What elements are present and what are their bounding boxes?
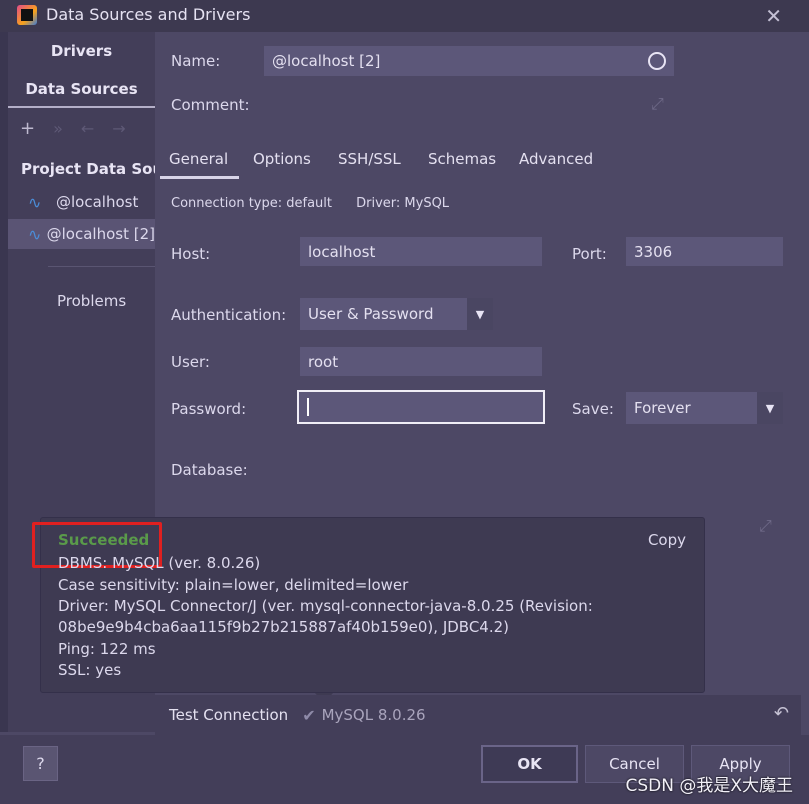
sidebar-item-label: @localhost [2] bbox=[46, 225, 155, 243]
save-label: Save: bbox=[572, 400, 614, 418]
popup-line: Case sensitivity: plain=lower, delimited… bbox=[58, 576, 409, 594]
popup-line: Driver: MySQL Connector/J (ver. mysql-co… bbox=[58, 597, 593, 615]
circle-icon[interactable] bbox=[648, 52, 666, 70]
test-connection-link[interactable]: Test Connection bbox=[169, 706, 288, 724]
watermark: CSDN @我是X大魔王 bbox=[625, 776, 793, 796]
mysql-dolphin-icon: ∿ bbox=[28, 224, 42, 244]
host-label: Host: bbox=[171, 245, 211, 263]
section-project-data-sources: Project Data Sources bbox=[21, 160, 155, 178]
popup-line: 08be9e9b4cba6aa115f9b27b215887af40b159e0… bbox=[58, 618, 510, 636]
app-logo-icon bbox=[17, 5, 37, 25]
chevron-down-icon[interactable]: ▼ bbox=[467, 298, 493, 330]
status-succeeded: Succeeded bbox=[58, 531, 150, 549]
mysql-dolphin-icon: ∿ bbox=[28, 192, 42, 212]
tab-ssh-ssl[interactable]: SSH/SSL bbox=[338, 150, 401, 168]
popup-line: DBMS: MySQL (ver. 8.0.26) bbox=[58, 554, 261, 572]
active-tab-underline bbox=[160, 176, 239, 179]
password-field[interactable] bbox=[297, 390, 545, 424]
help-button[interactable]: ? bbox=[23, 746, 58, 781]
more-icon[interactable]: » bbox=[53, 119, 63, 138]
sidebar-toolbar: + » ← → bbox=[20, 118, 126, 139]
window-title: Data Sources and Drivers bbox=[46, 5, 251, 24]
connection-info: Connection type: default Driver: MySQL bbox=[171, 196, 449, 211]
tab-bar: General Options SSH/SSL Schemas Advanced bbox=[155, 144, 801, 180]
sidebar-item-label: @localhost bbox=[56, 193, 139, 211]
database-label: Database: bbox=[171, 461, 248, 479]
expand-icon[interactable]: ⤢ bbox=[651, 94, 664, 114]
popup-line: SSL: yes bbox=[58, 661, 122, 679]
port-label: Port: bbox=[572, 245, 607, 263]
comment-label: Comment: bbox=[171, 96, 250, 114]
expand-icon[interactable]: ⤢ bbox=[759, 516, 772, 536]
connection-type[interactable]: Connection type: default bbox=[171, 196, 332, 211]
authentication-label: Authentication: bbox=[171, 306, 287, 324]
ok-button[interactable]: OK bbox=[481, 745, 578, 783]
test-connection-row: Test Connection ✔ MySQL 8.0.26 ↶ bbox=[155, 695, 801, 735]
user-value: root bbox=[308, 352, 339, 371]
add-icon[interactable]: + bbox=[20, 118, 35, 139]
password-label: Password: bbox=[171, 400, 247, 418]
name-label: Name: bbox=[171, 52, 221, 70]
nav-drivers[interactable]: Drivers bbox=[8, 42, 155, 60]
forward-icon[interactable]: → bbox=[112, 119, 125, 138]
dialog-footer: ? OK Cancel Apply CSDN @我是X大魔王 bbox=[0, 735, 809, 804]
undo-icon[interactable]: ↶ bbox=[774, 703, 789, 724]
host-value: localhost bbox=[308, 242, 376, 261]
sidebar-item-localhost[interactable]: ∿ @localhost bbox=[8, 187, 155, 217]
save-select[interactable]: Forever ▼ bbox=[626, 392, 783, 424]
left-edge bbox=[0, 32, 8, 732]
back-icon[interactable]: ← bbox=[81, 119, 94, 138]
title-bar: Data Sources and Drivers ✕ bbox=[0, 0, 809, 32]
sidebar-divider bbox=[48, 266, 155, 267]
authentication-value: User & Password bbox=[308, 305, 434, 323]
popup-line: Ping: 122 ms bbox=[58, 640, 156, 658]
name-value: @localhost [2] bbox=[272, 52, 381, 70]
driver-link[interactable]: Driver: MySQL bbox=[356, 196, 449, 211]
nav-data-sources[interactable]: Data Sources bbox=[8, 80, 155, 98]
save-value: Forever bbox=[634, 399, 691, 417]
close-icon[interactable]: ✕ bbox=[765, 4, 782, 28]
port-field[interactable]: 3306 bbox=[626, 237, 783, 266]
nav-active-underline bbox=[8, 106, 155, 108]
port-value: 3306 bbox=[634, 242, 673, 261]
copy-button[interactable]: Copy bbox=[648, 531, 686, 549]
user-label: User: bbox=[171, 353, 210, 371]
test-result-popup: Succeeded Copy DBMS: MySQL (ver. 8.0.26)… bbox=[32, 517, 705, 703]
dialog-window: Data Sources and Drivers ✕ Drivers Data … bbox=[0, 0, 809, 804]
name-field[interactable]: @localhost [2] bbox=[264, 46, 674, 76]
sidebar-item-localhost-2[interactable]: ∿ @localhost [2] bbox=[8, 219, 155, 249]
tab-schemas[interactable]: Schemas bbox=[428, 150, 496, 168]
test-connection-status: MySQL 8.0.26 bbox=[321, 706, 426, 724]
tab-options[interactable]: Options bbox=[253, 150, 311, 168]
sidebar-item-problems[interactable]: Problems bbox=[57, 292, 126, 310]
tab-general[interactable]: General bbox=[169, 150, 228, 168]
authentication-select[interactable]: User & Password ▼ bbox=[300, 298, 493, 330]
tab-advanced[interactable]: Advanced bbox=[519, 150, 593, 168]
check-icon: ✔ bbox=[302, 705, 316, 725]
chevron-down-icon[interactable]: ▼ bbox=[757, 392, 783, 424]
text-caret bbox=[307, 398, 309, 416]
user-field[interactable]: root bbox=[300, 347, 542, 376]
host-field[interactable]: localhost bbox=[300, 237, 542, 266]
